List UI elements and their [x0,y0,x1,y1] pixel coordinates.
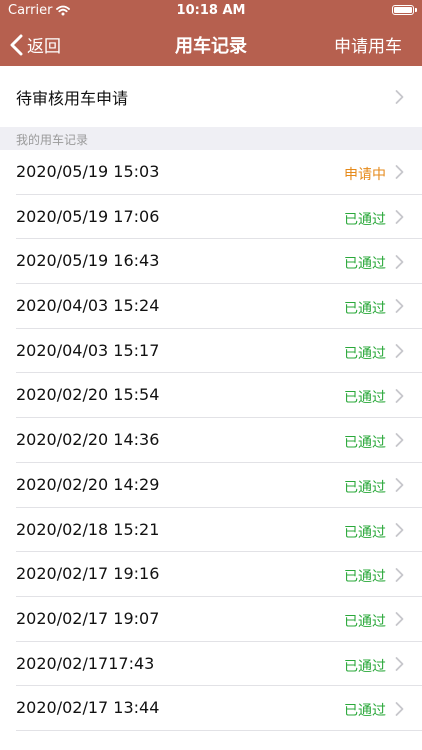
chevron-right-icon [395,299,404,314]
chevron-right-icon [395,567,404,582]
record-date: 2020/02/17 19:16 [16,564,160,584]
record-status: 已通过 [344,613,386,630]
record-row[interactable]: 2020/02/18 15:21 已通过 [0,508,422,553]
pending-requests-label: 待审核用车申请 [16,89,129,108]
battery-icon [392,5,417,15]
chevron-right-icon [395,254,404,269]
chevron-right-icon [395,701,404,716]
clock: 10:18 AM [176,3,246,18]
record-row[interactable]: 2020/05/19 17:06 已通过 [0,195,422,240]
record-status: 已通过 [344,658,386,675]
record-date: 2020/02/17 19:07 [16,608,160,628]
chevron-right-icon [395,478,404,493]
navigation-bar: 返回 用车记录 申请用车 [0,22,422,66]
record-date: 2020/05/19 16:43 [16,251,160,271]
record-row[interactable]: 2020/02/17 13:44 已通过 [0,686,422,731]
chevron-right-icon [395,522,404,537]
record-row[interactable]: 2020/02/20 14:36 已通过 [0,418,422,463]
record-row[interactable]: 2020/04/03 15:17 已通过 [0,329,422,374]
record-status: 已通过 [344,301,386,318]
record-status: 申请中 [344,167,386,183]
record-row[interactable]: 2020/05/19 15:03 申请中 [0,150,422,195]
record-row[interactable]: 2020/02/17 19:16 已通过 [0,552,422,597]
app-header: Carrier 10:18 AM 返回 用车记录 申请用车 [0,0,422,66]
chevron-right-icon [395,388,404,403]
record-date: 2020/05/19 15:03 [16,162,160,181]
apply-car-button[interactable]: 申请用车 [334,32,402,57]
record-status: 已通过 [344,569,386,586]
record-date: 2020/02/1717:43 [16,653,155,673]
chevron-right-icon [395,89,404,104]
record-row[interactable]: 2020/02/20 15:54 已通过 [0,373,422,418]
records-list: 2020/05/19 15:03 申请中 2020/05/19 17:06 已通过 20… [0,150,422,750]
pending-requests-row[interactable]: 待审核用车申请 [0,66,422,127]
section-header: 我的用车记录 [0,127,422,150]
record-date: 2020/02/20 14:36 [16,430,160,450]
record-row[interactable]: 2020/02/17 19:07 已通过 [0,597,422,642]
record-date: 2020/02/20 14:29 [16,474,160,494]
record-status: 已通过 [344,345,386,362]
record-date: 2020/02/17 13:44 [16,698,160,718]
chevron-right-icon [395,165,404,180]
record-status: 已通过 [344,435,386,452]
record-row[interactable]: 2020/02/1717:43 已通过 [0,642,422,687]
record-date: 2020/04/03 15:24 [16,296,160,316]
chevron-right-icon [395,433,404,448]
record-status: 已通过 [344,524,386,541]
chevron-right-icon [395,210,404,224]
chevron-right-icon [395,612,404,627]
record-date: 2020/05/19 17:06 [16,206,160,226]
record-row[interactable]: 2020/05/19 16:43 已通过 [0,239,422,284]
record-date: 2020/02/18 15:21 [16,519,160,539]
record-status: 已通过 [344,479,386,496]
chevron-right-icon [395,344,404,358]
record-status: 已通过 [344,211,386,228]
record-row[interactable]: 2020/02/20 14:29 已通过 [0,463,422,508]
status-bar: Carrier 10:18 AM [0,0,422,22]
record-status: 已通过 [344,703,386,720]
chevron-right-icon [395,657,404,671]
record-status: 已通过 [344,256,386,273]
record-date: 2020/02/20 15:54 [16,385,160,405]
record-row[interactable]: 2020/04/03 15:24 已通过 [0,284,422,329]
section-title: 我的用车记录 [16,133,89,147]
record-status: 已通过 [344,390,386,407]
battery-level [394,7,412,13]
record-date: 2020/04/03 15:17 [16,340,160,360]
